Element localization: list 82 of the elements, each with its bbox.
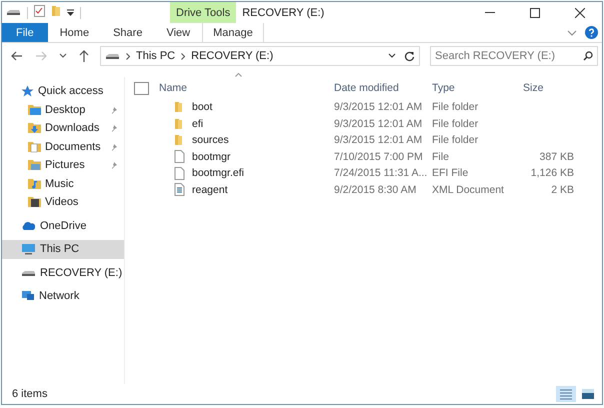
- column-header[interactable]: Date modified: [332, 82, 430, 94]
- ribbon-tab[interactable]: View: [154, 23, 202, 42]
- file-name[interactable]: reagent: [192, 184, 228, 196]
- minimize-icon[interactable]: [484, 12, 494, 13]
- sort-ascending-icon: [235, 73, 242, 77]
- column-header[interactable]: Size: [518, 82, 578, 94]
- file-type: File folder: [431, 134, 480, 146]
- sidebar-item[interactable]: Videos: [2, 193, 124, 212]
- column-header[interactable]: Name: [153, 82, 332, 94]
- sidebar-item[interactable]: This PC: [2, 240, 124, 258]
- file-type: EFI File: [431, 167, 470, 180]
- expand-ribbon-icon[interactable]: [567, 30, 577, 36]
- date-modified: 9/3/2015 12:01 AM: [333, 134, 424, 146]
- document-icon: [174, 183, 184, 196]
- file-icon: [174, 150, 184, 164]
- download-folder-icon: [28, 122, 41, 134]
- folder-icon: [173, 118, 185, 130]
- column-header[interactable]: Type: [430, 82, 518, 94]
- sidebar-item[interactable]: OneDrive: [2, 216, 124, 235]
- sidebar-item[interactable]: Downloads: [2, 119, 124, 138]
- sidebar-item[interactable]: Desktop: [2, 100, 124, 119]
- pictures-icon: [28, 159, 41, 172]
- sidebar-item[interactable]: Music: [2, 174, 124, 193]
- address-bar[interactable]: This PC RECOVERY (E:): [100, 46, 420, 66]
- dropdown-icon[interactable]: [388, 53, 396, 59]
- sidebar-item[interactable]: Pictures: [2, 156, 124, 174]
- file-name[interactable]: bootmgr.efi: [192, 167, 244, 180]
- breadcrumb[interactable]: This PC: [136, 50, 176, 62]
- search-icon: [583, 51, 593, 61]
- file-name[interactable]: boot: [192, 101, 212, 114]
- computer-icon: [21, 243, 36, 256]
- customize-dropdown-icon[interactable]: [67, 8, 74, 16]
- music-icon: [28, 178, 41, 190]
- folder-icon: [173, 134, 185, 146]
- file-type: File folder: [431, 118, 480, 130]
- file-size: 2 KB: [550, 184, 575, 196]
- star-icon: [21, 84, 34, 98]
- ribbon-tab[interactable]: Share: [101, 23, 154, 42]
- breadcrumb[interactable]: RECOVERY (E:): [191, 50, 274, 62]
- drive-icon: [105, 52, 120, 60]
- file-type: XML Document: [431, 184, 505, 196]
- date-modified: 9/2/2015 8:30 AM: [333, 184, 418, 196]
- close-icon[interactable]: [574, 8, 584, 18]
- file-icon: [174, 166, 184, 180]
- sidebar-item[interactable]: RECOVERY (E:): [2, 264, 124, 282]
- date-modified: 9/3/2015 12:01 AM: [333, 118, 424, 130]
- item-count: 6 items: [12, 388, 48, 400]
- folder-icon: [28, 104, 41, 116]
- chevron-icon: [181, 52, 186, 60]
- search-field[interactable]: Search RECOVERY (E:): [430, 46, 598, 66]
- date-modified: 7/10/2015 7:00 PM: [333, 150, 424, 163]
- file-menu-tab[interactable]: File: [2, 23, 48, 42]
- window-title: RECOVERY (E:): [241, 6, 326, 20]
- cloud-icon: [21, 220, 36, 231]
- file-name[interactable]: bootmgr: [192, 150, 231, 163]
- file-name[interactable]: sources: [192, 134, 229, 146]
- chevron-icon: [126, 52, 130, 60]
- documents-icon: [28, 140, 41, 153]
- drive-icon: [6, 8, 21, 16]
- file-size: 1,126 KB: [530, 167, 575, 180]
- ribbon-tab[interactable]: Home: [48, 23, 102, 42]
- properties-icon[interactable]: [34, 5, 45, 17]
- refresh-icon[interactable]: [404, 50, 415, 62]
- file-type: File: [431, 150, 450, 163]
- date-modified: 7/24/2015 11:31 A...: [333, 167, 428, 180]
- network-icon: [21, 290, 35, 302]
- ribbon-group-label: Drive Tools: [170, 2, 236, 23]
- select-all-checkbox[interactable]: [134, 82, 149, 94]
- sidebar-item[interactable]: Documents: [2, 138, 124, 156]
- sidebar-item[interactable]: Quick access: [2, 82, 124, 100]
- folder-icon: [173, 101, 185, 114]
- maximize-icon[interactable]: [530, 8, 540, 18]
- ribbon-tab[interactable]: Manage: [202, 23, 264, 42]
- help-icon[interactable]: [585, 26, 598, 39]
- sidebar-item[interactable]: Network: [2, 287, 124, 306]
- file-type: File folder: [431, 101, 480, 114]
- file-size: 387 KB: [538, 150, 575, 163]
- videos-icon: [28, 196, 41, 208]
- date-modified: 9/3/2015 12:01 AM: [333, 101, 424, 114]
- details-view-button[interactable]: [556, 386, 576, 402]
- drive-icon: [21, 268, 36, 277]
- file-name[interactable]: efi: [192, 118, 204, 130]
